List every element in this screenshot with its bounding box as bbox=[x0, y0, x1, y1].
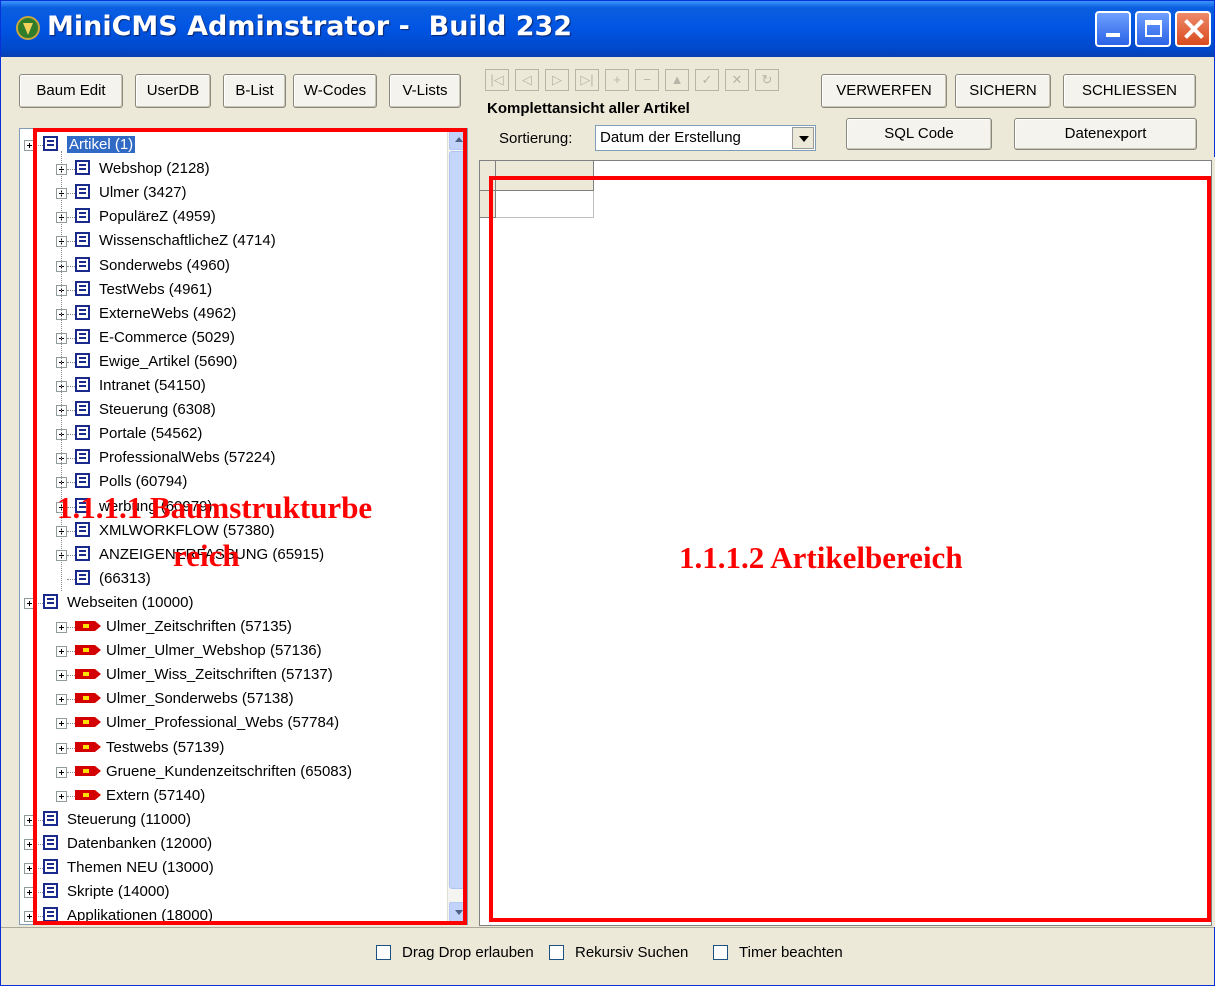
schliessen-button[interactable]: SCHLIESSEN bbox=[1063, 74, 1196, 108]
sichern-button[interactable]: SICHERN bbox=[955, 74, 1051, 108]
sort-label: Sortierung: bbox=[499, 130, 573, 147]
datenexport-button[interactable]: Datenexport bbox=[1014, 118, 1197, 150]
app-window: MiniCMS Adminstrator - Build 232 Baum Ed… bbox=[0, 0, 1215, 986]
nav-button-3[interactable]: ▷| bbox=[575, 69, 599, 91]
tree-area-label-cont: reich bbox=[173, 538, 240, 573]
drag-drop-checkbox[interactable] bbox=[376, 945, 391, 960]
rekursiv-checkbox[interactable] bbox=[549, 945, 564, 960]
rekursiv-label: Rekursiv Suchen bbox=[575, 944, 689, 961]
minimize-icon bbox=[1106, 33, 1120, 37]
nav-button-5[interactable]: − bbox=[635, 69, 659, 91]
timer-label: Timer beachten bbox=[739, 944, 843, 961]
tree-area-label: 1.1.1.1 Baumstrukturbe bbox=[57, 490, 373, 525]
close-button[interactable] bbox=[1175, 11, 1211, 47]
baum-edit-button[interactable]: Baum Edit bbox=[19, 74, 123, 108]
verwerfen-button[interactable]: VERWERFEN bbox=[821, 74, 947, 108]
wcodes-button[interactable]: W-Codes bbox=[293, 74, 377, 108]
maximize-icon bbox=[1145, 20, 1162, 37]
drag-drop-label: Drag Drop erlauben bbox=[402, 944, 534, 961]
vlists-button[interactable]: V-Lists bbox=[389, 74, 461, 108]
nav-button-4[interactable]: + bbox=[605, 69, 629, 91]
nav-button-9[interactable]: ↻ bbox=[755, 69, 779, 91]
sort-select-value: Datum der Erstellung bbox=[600, 129, 741, 146]
nav-button-0[interactable]: |◁ bbox=[485, 69, 509, 91]
chevron-down-icon[interactable] bbox=[792, 127, 814, 149]
nav-button-1[interactable]: ◁ bbox=[515, 69, 539, 91]
record-navigator: |◁ ◁ ▷ ▷| + − ▲ ✓ ✕ ↻ bbox=[485, 69, 790, 93]
blist-button[interactable]: B-List bbox=[223, 74, 286, 108]
nav-button-6[interactable]: ▲ bbox=[665, 69, 689, 91]
maximize-button[interactable] bbox=[1135, 11, 1171, 47]
sort-select[interactable]: Datum der Erstellung bbox=[595, 125, 816, 151]
nav-button-8[interactable]: ✕ bbox=[725, 69, 749, 91]
timer-checkbox[interactable] bbox=[713, 945, 728, 960]
nav-button-2[interactable]: ▷ bbox=[545, 69, 569, 91]
article-area-label: 1.1.1.2 Artikelbereich bbox=[679, 540, 963, 575]
window-title: MiniCMS Adminstrator - Build 232 bbox=[47, 11, 573, 42]
nav-button-7[interactable]: ✓ bbox=[695, 69, 719, 91]
app-icon bbox=[16, 16, 40, 40]
sql-code-button[interactable]: SQL Code bbox=[846, 118, 992, 150]
minimize-button[interactable] bbox=[1095, 11, 1131, 47]
title-bar[interactable]: MiniCMS Adminstrator - Build 232 bbox=[1, 1, 1214, 57]
tree-area-highlight bbox=[33, 128, 467, 925]
userdb-button[interactable]: UserDB bbox=[135, 74, 211, 108]
view-title: Komplettansicht aller Artikel bbox=[487, 100, 690, 117]
